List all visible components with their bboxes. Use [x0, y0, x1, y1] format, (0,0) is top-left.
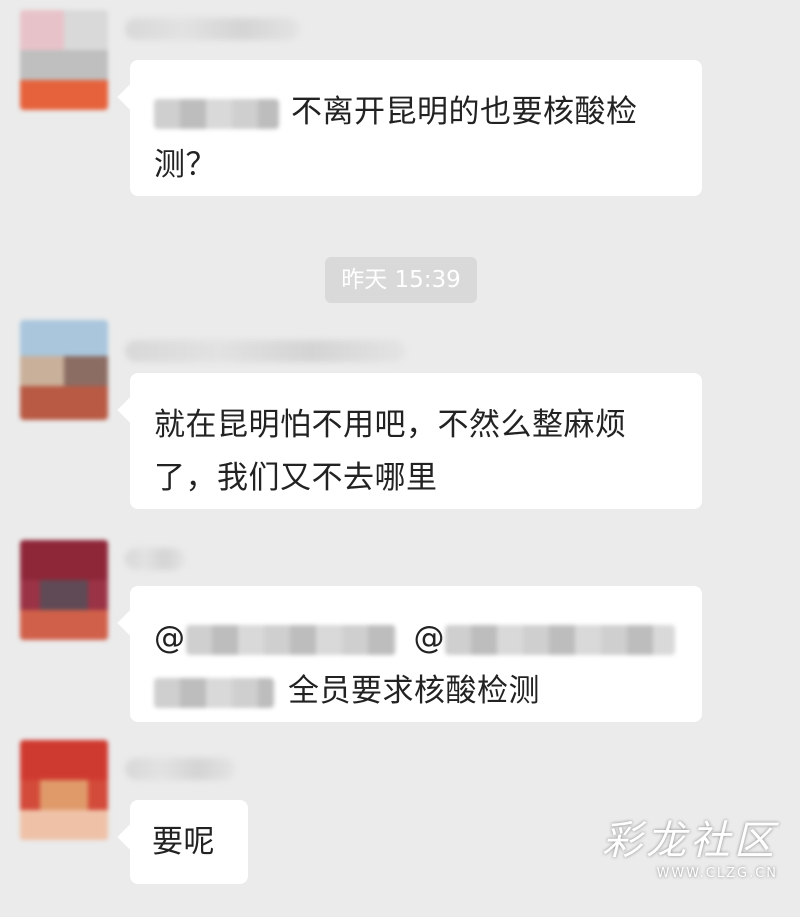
message-bubble[interactable]: 就在昆明怕不用吧，不然么整麻烦 了，我们又不去哪里 — [130, 373, 702, 509]
sender-name — [125, 548, 185, 570]
message-text: 就在昆明怕不用吧，不然么整麻烦 — [154, 407, 627, 443]
message-text: 不离开昆明的也要核酸检 — [291, 94, 638, 130]
avatar[interactable] — [20, 10, 108, 110]
message-text: 测？ — [154, 147, 217, 183]
timestamp: 昨天 15:39 — [325, 257, 477, 303]
sender-name — [125, 340, 405, 362]
avatar[interactable] — [20, 540, 108, 640]
mention-at[interactable]: @ — [154, 620, 186, 656]
redacted-mention — [445, 624, 675, 655]
message-bubble[interactable]: 不离开昆明的也要核酸检 测？ — [130, 60, 702, 196]
message-text: 全员要求核酸检测 — [288, 673, 540, 709]
mention-at[interactable]: @ — [414, 620, 446, 656]
watermark: 彩龙社区 WWW.CLZG.CN — [602, 808, 778, 881]
avatar[interactable] — [20, 740, 108, 840]
redacted-mention — [185, 624, 396, 655]
watermark-title: 彩龙社区 — [602, 818, 778, 864]
redacted-name — [154, 98, 279, 129]
redacted-mention — [154, 677, 274, 708]
message-text: 要呢 — [152, 824, 215, 860]
watermark-url: WWW.CLZG.CN — [656, 866, 778, 881]
avatar[interactable] — [20, 320, 108, 420]
sender-name — [125, 18, 300, 40]
message-text: 了，我们又不去哪里 — [154, 460, 438, 496]
sender-name — [125, 758, 235, 780]
message-bubble[interactable]: @ @ 全员要求核酸检测 — [130, 586, 702, 722]
message-bubble[interactable]: 要呢 — [130, 800, 248, 884]
